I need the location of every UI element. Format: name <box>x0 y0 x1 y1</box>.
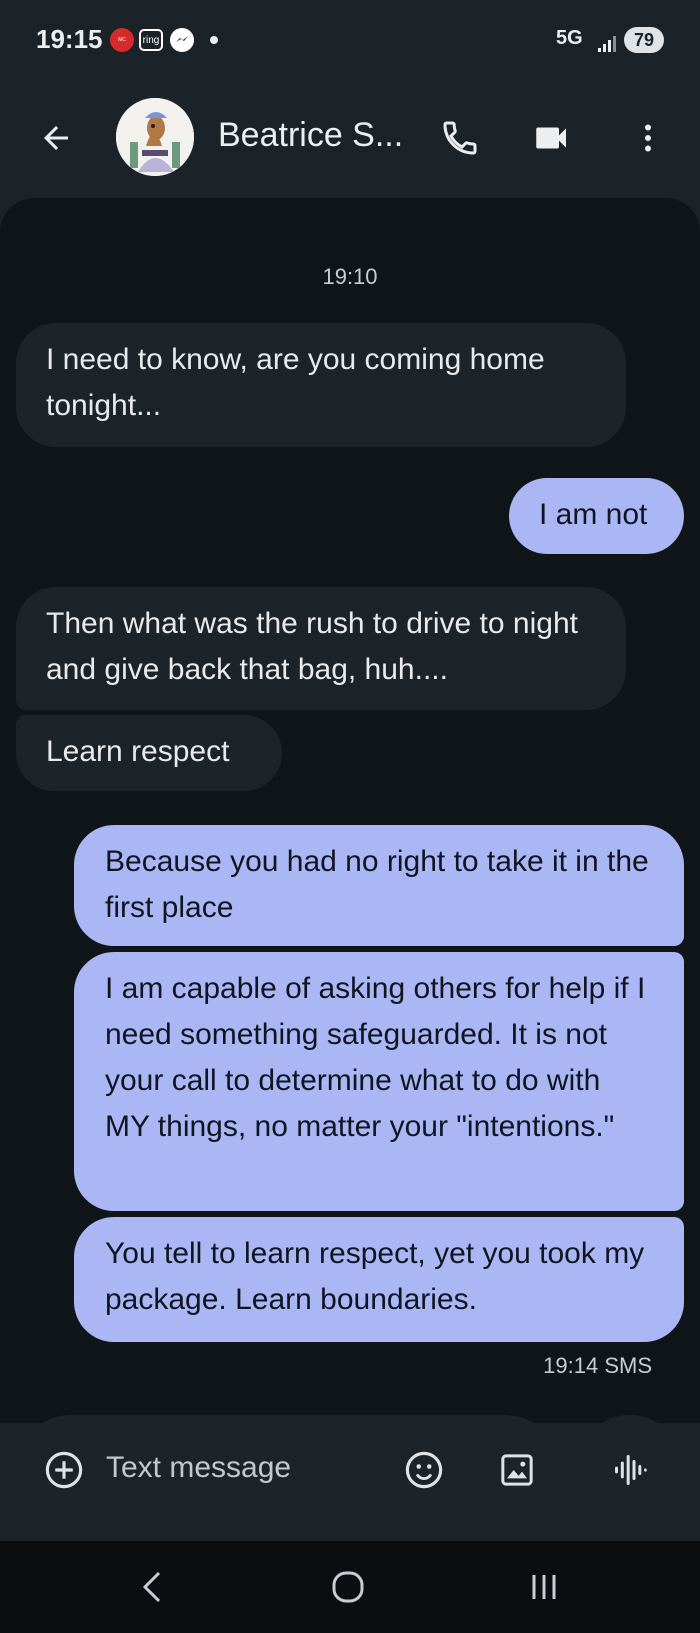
system-nav-bar <box>0 1541 700 1633</box>
contact-name[interactable]: Beatrice S... <box>218 116 403 155</box>
network-indicator: 5G <box>556 27 583 49</box>
battery-indicator: 79 <box>624 27 664 53</box>
mcdonalds-app-icon: MC <box>110 28 134 52</box>
incoming-message[interactable]: I need to know, are you coming home toni… <box>16 323 626 447</box>
outgoing-message[interactable]: I am capable of asking others for help i… <box>74 952 684 1211</box>
message-status: 19:14 SMS <box>543 1353 652 1378</box>
conversation-app-bar: Beatrice S... <box>0 88 700 188</box>
message-input[interactable]: Text message <box>106 1451 291 1485</box>
outgoing-message[interactable]: I am not <box>509 478 684 554</box>
incoming-message[interactable]: Then what was the rush to drive to night… <box>16 587 626 710</box>
ring-icon: ring <box>139 29 163 51</box>
back-arrow-icon[interactable] <box>28 110 84 166</box>
message-composer[interactable]: Text message <box>16 1415 560 1525</box>
nav-back-icon[interactable] <box>124 1559 180 1615</box>
incoming-message[interactable]: Learn respect <box>16 715 282 791</box>
conversation-timestamp: 19:10 <box>322 264 378 289</box>
more-notifications-dot <box>210 36 218 44</box>
more-vert-icon[interactable] <box>620 110 676 166</box>
voice-icon[interactable] <box>576 1415 684 1525</box>
signal-icon <box>596 30 624 54</box>
emoji-icon[interactable] <box>396 1442 452 1498</box>
avatar[interactable] <box>116 98 194 176</box>
outgoing-message[interactable]: You tell to learn respect, yet you took … <box>74 1217 684 1342</box>
phone-icon[interactable] <box>432 110 488 166</box>
status-time: 19:15 <box>36 24 103 54</box>
nav-recents-icon[interactable] <box>516 1559 572 1615</box>
image-icon[interactable] <box>489 1442 545 1498</box>
messenger-icon <box>170 28 194 52</box>
outgoing-message[interactable]: Because you had no right to take it in t… <box>74 825 684 946</box>
video-call-icon[interactable] <box>524 110 580 166</box>
add-icon[interactable] <box>40 1446 88 1494</box>
nav-home-icon[interactable] <box>320 1559 376 1615</box>
message-list[interactable]: 19:10 I need to know, are you coming hom… <box>0 198 700 1423</box>
status-bar: 19:15 MC ring 5G 79 <box>0 0 700 80</box>
